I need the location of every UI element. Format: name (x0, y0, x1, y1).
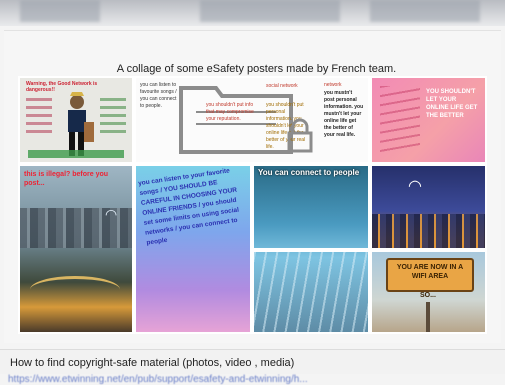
attachment-title[interactable]: How to find copyright-safe material (pho… (10, 357, 294, 369)
top-strip-segment (370, 0, 480, 22)
poster-text-left: you can listen to favourite songs / you … (140, 82, 177, 109)
poster-warning-network[interactable]: Warning, the Good Network is dangerous!! (20, 78, 132, 162)
top-strip-segment (200, 0, 340, 22)
wifi-icon: ◠ (408, 178, 422, 195)
sign-post (426, 302, 430, 332)
poster-text: You can connect to people (258, 168, 360, 177)
poster-wifi-area[interactable]: YOU ARE NOW IN A WIFI AREA SO... (372, 252, 485, 332)
poster-bottom-strip (28, 150, 124, 158)
poster-careful-friends[interactable]: you can listen to your favorite songs / … (136, 166, 250, 332)
lock-icon (287, 118, 313, 153)
collage-caption: A collage of some eSafety posters made b… (116, 63, 397, 75)
wifi-icon: ◠ (105, 206, 118, 222)
poster-scribble (380, 86, 420, 152)
sign-text: YOU ARE NOW IN A WIFI AREA (396, 264, 464, 280)
poster-connect-people[interactable]: You can connect to people (254, 166, 368, 332)
poster-text-network: you mustn't post personal information. y… (324, 90, 364, 138)
poster-cluster-right (100, 98, 126, 138)
poster-text: this is illegal? before you post... (24, 171, 109, 187)
sign-subtext: SO... (420, 292, 436, 299)
wifi-sign: YOU ARE NOW IN A WIFI AREA (386, 258, 474, 292)
poster-text-right-top: social network (266, 83, 298, 89)
poster-label-network: network (324, 82, 342, 88)
poster-cluster-left (26, 98, 52, 138)
poster-streaks (254, 252, 368, 332)
poster-collage[interactable]: Warning, the Good Network is dangerous!!… (18, 76, 487, 334)
poster-online-life[interactable]: YOU SHOULDN'T LET YOUR ONLINE LIFE GET T… (372, 78, 485, 162)
top-strip-segment (20, 0, 100, 22)
poster-text: YOU SHOULDN'T LET YOUR ONLINE LIFE GET T… (426, 89, 478, 119)
highway-glow (30, 276, 120, 303)
poster-text: you can listen to your favorite songs / … (137, 167, 240, 247)
poster-text-mid: you shouldn't put info that may compromi… (206, 102, 254, 122)
poster-social-network[interactable]: you can listen to favourite songs / you … (136, 78, 368, 162)
poster-city-illegal[interactable]: this is illegal? before you post... ◠ (20, 166, 132, 332)
browser-top-strip (0, 0, 505, 26)
attachment-bar[interactable]: How to find copyright-safe material (pho… (0, 349, 505, 374)
etwinning-link[interactable]: https://www.etwinning.net/en/pub/support… (8, 374, 308, 385)
poster-figure (58, 92, 96, 158)
poster-towers (372, 214, 485, 248)
poster-night-city[interactable]: ◠ (372, 166, 485, 248)
